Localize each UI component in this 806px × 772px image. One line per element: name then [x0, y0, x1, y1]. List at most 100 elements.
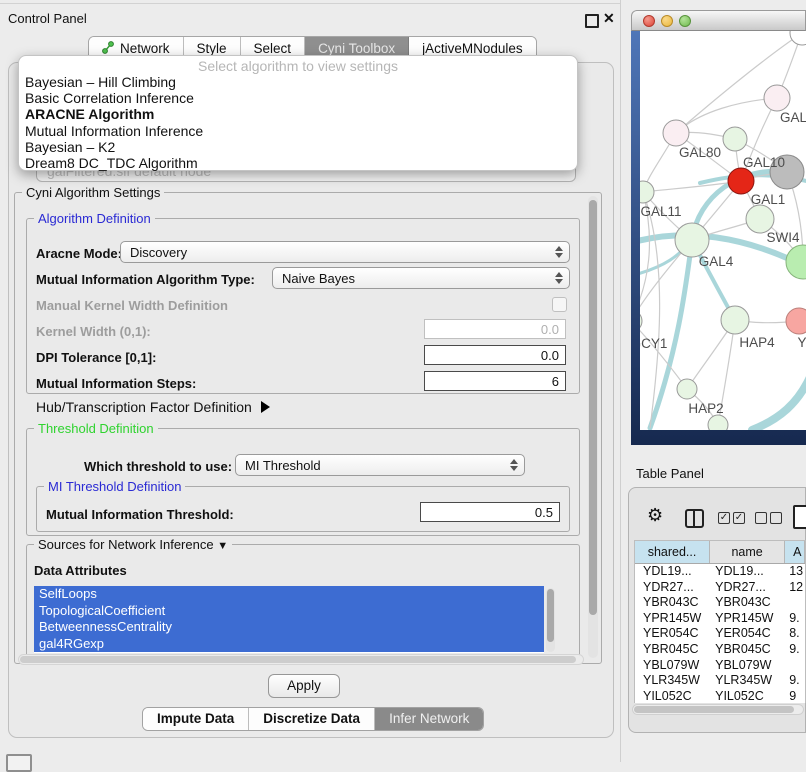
table-header-row: shared... name A — [635, 541, 805, 564]
settings-scrollbar-thumb[interactable] — [589, 200, 597, 615]
table-row[interactable]: YPR145WYPR145W9. — [635, 611, 805, 627]
manual-kernel-label: Manual Kernel Width Definition — [36, 298, 228, 313]
dpi-tolerance-field[interactable]: 0.0 — [424, 345, 566, 365]
node-label: GAL10 — [743, 155, 785, 170]
dropdown-item-selected[interactable]: ARACNE Algorithm — [19, 106, 577, 122]
table-row[interactable]: YIL052CYIL052C9 — [635, 689, 805, 703]
column-layout-icon[interactable] — [685, 509, 704, 528]
node-red-selected[interactable] — [728, 168, 754, 194]
stepper-icon — [555, 246, 563, 258]
node-hap4[interactable] — [721, 306, 749, 334]
mi-steps-field[interactable]: 6 — [424, 371, 566, 391]
table-row[interactable]: YBR043CYBR043C — [635, 595, 805, 611]
float-window-icon[interactable] — [585, 14, 599, 28]
kernel-width-field[interactable]: 0.0 — [424, 319, 566, 339]
zoom-traffic-light[interactable] — [679, 15, 691, 27]
minimize-traffic-light[interactable] — [661, 15, 673, 27]
node-partial-top[interactable] — [790, 31, 806, 45]
table-row[interactable]: YDL19...YDL19...13 — [635, 564, 805, 580]
table-row[interactable]: YER054CYER054C8. — [635, 626, 805, 642]
column-header-shared[interactable]: shared... — [635, 541, 710, 563]
node-gal10[interactable] — [723, 127, 747, 151]
list-item[interactable]: TopologicalCoefficient — [34, 603, 544, 620]
cell: 9 — [785, 689, 805, 703]
node-gal80[interactable] — [663, 120, 689, 146]
horizontal-scrollbar-thumb[interactable] — [20, 656, 576, 663]
tab-discretize-data[interactable]: Discretize Data — [249, 708, 375, 730]
list-item[interactable]: SelfLoops — [34, 586, 544, 603]
node-label: GAL80 — [679, 145, 721, 160]
gear-icon[interactable]: ⚙ — [647, 505, 663, 526]
node-gal4[interactable] — [675, 223, 709, 257]
sources-title: Sources for Network Inference — [38, 537, 214, 552]
apply-button[interactable]: Apply — [268, 674, 340, 698]
horizontal-scrollbar[interactable] — [18, 654, 584, 665]
table-row[interactable]: YLR345WYLR345W9. — [635, 673, 805, 689]
dropdown-item[interactable]: Bayesian – K2 — [19, 139, 577, 155]
node-hap2[interactable] — [677, 379, 697, 399]
dropdown-item[interactable]: Basic Correlation Inference — [19, 90, 577, 106]
list-item[interactable]: gal4RGexp — [34, 636, 544, 653]
tab-impute-data[interactable]: Impute Data — [143, 708, 249, 730]
dropdown-item[interactable]: Mutual Information Inference — [19, 123, 577, 139]
network-view-window: GAL GAL80 GAL10 GAL1 GAL11 GAL4 SWI4 GCY… — [631, 10, 806, 445]
aracne-mode-select[interactable]: Discovery — [120, 241, 570, 263]
node-salmon[interactable] — [786, 308, 806, 334]
checked-checkbox-icon[interactable]: ✓ — [733, 512, 745, 524]
mi-threshold-field[interactable]: 0.5 — [420, 502, 560, 522]
cell: YPR145W — [635, 611, 710, 627]
column-header-partial[interactable]: A — [785, 541, 805, 563]
minimized-panel-icon[interactable] — [6, 754, 32, 772]
stepper-icon — [510, 459, 518, 471]
network-window-titlebar[interactable] — [631, 10, 806, 31]
node-gal1[interactable] — [746, 205, 774, 233]
cell: YBR045C — [635, 642, 710, 658]
cell: 9. — [785, 611, 805, 627]
dropdown-item[interactable]: Bayesian – Hill Climbing — [19, 74, 577, 90]
cell: YBR043C — [635, 595, 710, 611]
cell: YBL079W — [635, 658, 710, 674]
cell: 13 — [785, 564, 805, 580]
cell: YBR045C — [710, 642, 785, 658]
sources-expander[interactable]: Sources for Network Inference ▼ — [34, 537, 232, 552]
table-row[interactable]: YBR045CYBR045C9. — [635, 642, 805, 658]
manual-kernel-checkbox[interactable] — [552, 297, 567, 312]
dropdown-placeholder: Select algorithm to view settings — [19, 58, 577, 74]
tab-label: Style — [197, 41, 227, 56]
mi-threshold-label: Mutual Information Threshold: — [46, 507, 234, 522]
stepper-icon — [555, 272, 563, 284]
mi-type-select[interactable]: Naive Bayes — [272, 267, 570, 289]
checked-checkbox-icon[interactable]: ✓ — [718, 512, 730, 524]
table-horizontal-scrollbar-thumb[interactable] — [634, 706, 794, 713]
tab-label: Network — [120, 41, 170, 56]
list-item[interactable]: BetweennessCentrality — [34, 619, 544, 636]
node-partial-bottom[interactable] — [708, 415, 728, 430]
cell: 12 — [785, 580, 805, 596]
close-traffic-light[interactable] — [643, 15, 655, 27]
network-canvas[interactable]: GAL GAL80 GAL10 GAL1 GAL11 GAL4 SWI4 GCY… — [640, 31, 806, 430]
group-title: Cyni Algorithm Settings — [22, 185, 164, 200]
node-bright-green[interactable] — [786, 245, 806, 279]
unchecked-checkbox-icon[interactable] — [770, 512, 782, 524]
new-table-icon[interactable] — [793, 505, 806, 529]
cell: YPR145W — [710, 611, 785, 627]
dropdown-item[interactable]: Dream8 DC_TDC Algorithm — [19, 155, 577, 171]
cell: YDL19... — [710, 564, 785, 580]
table-row[interactable]: YBL079WYBL079W — [635, 658, 805, 674]
table-horizontal-scrollbar[interactable] — [632, 704, 804, 715]
hub-definition-expander[interactable]: Hub/Transcription Factor Definition — [36, 399, 270, 415]
cell: YLR345W — [710, 673, 785, 689]
expand-right-icon — [261, 401, 270, 413]
combo-value: Naive Bayes — [282, 271, 355, 286]
cell: 9. — [785, 642, 805, 658]
which-threshold-select[interactable]: MI Threshold — [235, 454, 525, 476]
node-gal-cut[interactable] — [764, 85, 790, 111]
tab-infer-network[interactable]: Infer Network — [375, 708, 483, 730]
column-header-name[interactable]: name — [710, 541, 785, 563]
node-gcy1[interactable] — [640, 310, 642, 332]
unchecked-checkbox-icon[interactable] — [755, 512, 767, 524]
list-scrollbar-thumb[interactable] — [547, 589, 554, 642]
close-icon[interactable]: ✕ — [603, 10, 615, 27]
node-gal11[interactable] — [640, 181, 654, 203]
table-row[interactable]: YDR27...YDR27...12 — [635, 580, 805, 596]
